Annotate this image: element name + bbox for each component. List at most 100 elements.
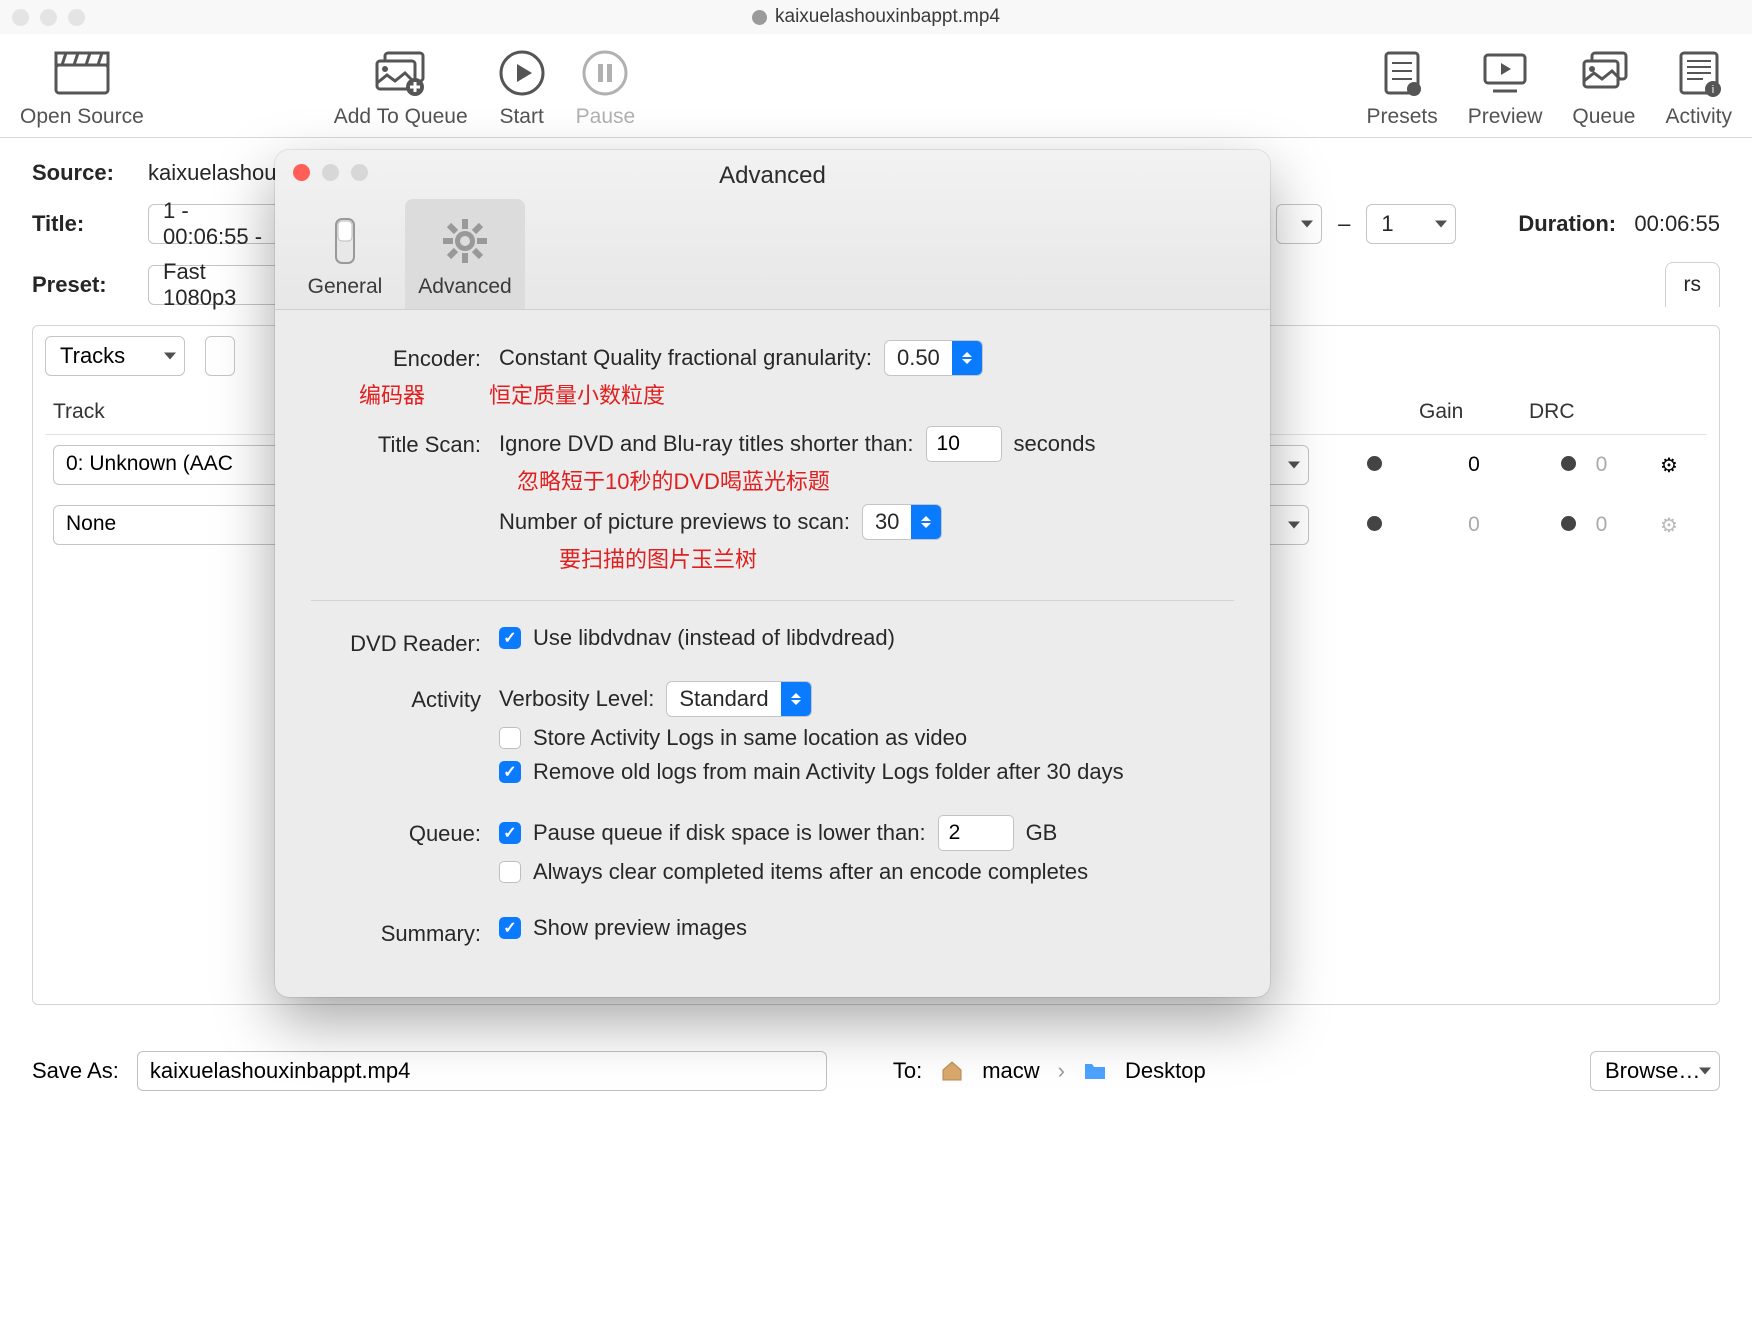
libdvdnav-label: Use libdvdnav (instead of libdvdread)	[533, 625, 895, 651]
start-label: Start	[499, 105, 543, 129]
chapter-end-value[interactable]: 1	[1366, 204, 1456, 244]
app-window: www.MacDown.com kaixuelashouxinbappt.mp4…	[0, 0, 1752, 1344]
activity-button[interactable]: i Activity	[1665, 47, 1732, 129]
col-gain: Gain	[1419, 400, 1529, 424]
sheet-tabs: General Advanced	[285, 199, 525, 309]
summary-section-label: Summary:	[311, 915, 481, 947]
tab-advanced-label: Advanced	[418, 275, 511, 299]
previews-select[interactable]: 30	[862, 504, 942, 540]
to-label: To:	[893, 1058, 922, 1084]
queue-button[interactable]: Queue	[1572, 47, 1635, 129]
window-title: kaixuelashouxinbappt.mp4	[0, 6, 1752, 28]
add-to-queue-button[interactable]: Add To Queue	[334, 47, 468, 129]
folder-icon	[1083, 1061, 1107, 1081]
svg-text:i: i	[1712, 84, 1714, 96]
play-icon	[498, 47, 546, 99]
store-logs-checkbox[interactable]	[499, 727, 521, 749]
reload-button[interactable]	[205, 336, 235, 376]
add-to-queue-label: Add To Queue	[334, 105, 468, 129]
source-label: Source:	[32, 160, 132, 186]
duration-value: 00:06:55	[1634, 211, 1720, 237]
remove-logs-checkbox[interactable]	[499, 761, 521, 783]
gain-value: 0	[1419, 453, 1529, 477]
start-button[interactable]: Start	[498, 47, 546, 129]
dvd-reader-label: DVD Reader:	[311, 625, 481, 657]
radio-icon[interactable]	[1561, 456, 1576, 471]
dash: –	[1338, 211, 1350, 237]
gear-icon	[439, 215, 491, 267]
gear-icon: ⚙	[1639, 513, 1699, 538]
show-preview-checkbox[interactable]	[499, 917, 521, 939]
activity-label: Activity	[1665, 105, 1732, 129]
queue-section-label: Queue:	[311, 815, 481, 847]
divider	[311, 600, 1234, 601]
home-icon	[940, 1059, 964, 1083]
sheet-body: Encoder: Constant Quality fractional gra…	[275, 310, 1270, 997]
radio-icon[interactable]	[1367, 516, 1382, 531]
presets-icon	[1380, 47, 1424, 99]
open-source-button[interactable]: Open Source	[20, 47, 144, 129]
preview-label: Preview	[1468, 105, 1543, 129]
save-as-input[interactable]	[137, 1051, 827, 1091]
ignore-titles-label: Ignore DVD and Blu-ray titles shorter th…	[499, 431, 914, 457]
title-scan-label: Title Scan:	[311, 426, 481, 458]
ignore-titles-unit: seconds	[1014, 431, 1096, 457]
preset-label: Preset:	[32, 272, 132, 298]
title-label: Title:	[32, 211, 132, 237]
pause-queue-input[interactable]	[938, 815, 1014, 851]
ignore-titles-input[interactable]	[926, 426, 1002, 462]
switch-icon	[319, 215, 371, 267]
libdvdnav-checkbox[interactable]	[499, 627, 521, 649]
pause-queue-checkbox[interactable]	[499, 822, 521, 844]
clear-completed-checkbox[interactable]	[499, 861, 521, 883]
radio-icon[interactable]	[1367, 456, 1382, 471]
queue-label: Queue	[1572, 105, 1635, 129]
titlebar: kaixuelashouxinbappt.mp4	[0, 0, 1752, 34]
annotation-ignore: 忽略短于10秒的DVD喝蓝光标题	[517, 464, 830, 496]
open-source-label: Open Source	[20, 105, 144, 129]
save-as-row: Save As: To: macw › Desktop Browse…	[32, 1051, 1720, 1091]
to-user[interactable]: macw	[982, 1058, 1039, 1084]
pause-queue-unit: GB	[1026, 820, 1058, 846]
chapter-end-select[interactable]	[1276, 204, 1322, 244]
chevron-right-icon: ›	[1058, 1058, 1065, 1084]
radio-icon[interactable]	[1561, 516, 1576, 531]
annotation-encoder: 编码器	[359, 378, 425, 410]
tab-general[interactable]: General	[285, 199, 405, 309]
show-preview-label: Show preview images	[533, 915, 747, 941]
tab-general-label: General	[308, 275, 383, 299]
sheet-header: Advanced General Advanced	[275, 150, 1270, 310]
verbosity-select[interactable]: Standard	[666, 681, 811, 717]
verbosity-label: Verbosity Level:	[499, 686, 654, 712]
presets-button[interactable]: Presets	[1367, 47, 1438, 129]
activity-icon: i	[1675, 47, 1723, 99]
activity-section-label: Activity	[311, 681, 481, 713]
remove-logs-label: Remove old logs from main Activity Logs …	[533, 759, 1124, 785]
pause-label: Pause	[576, 105, 636, 129]
gain-value: 0	[1419, 513, 1529, 537]
clapperboard-icon	[52, 47, 112, 99]
gear-icon[interactable]: ⚙	[1639, 453, 1699, 478]
pause-icon	[581, 47, 629, 99]
col-drc: DRC	[1529, 400, 1639, 424]
window-title-text: kaixuelashouxinbappt.mp4	[775, 6, 1000, 28]
tracks-dropdown[interactable]: Tracks	[45, 336, 185, 376]
modified-dot-icon	[752, 10, 767, 25]
queue-icon	[1576, 47, 1632, 99]
browse-button[interactable]: Browse…	[1590, 1051, 1720, 1091]
pause-button: Pause	[576, 47, 636, 129]
preview-button[interactable]: Preview	[1468, 47, 1543, 129]
to-folder[interactable]: Desktop	[1125, 1058, 1206, 1084]
source-value: kaixuelashoux	[148, 160, 287, 186]
presets-label: Presets	[1367, 105, 1438, 129]
store-logs-label: Store Activity Logs in same location as …	[533, 725, 967, 751]
main-toolbar: Open Source Add To Queue Start Pause	[0, 34, 1752, 138]
preferences-sheet: Advanced General Advanced Encoder	[275, 150, 1270, 997]
tab-rs[interactable]: rs	[1665, 262, 1721, 307]
sheet-title: Advanced	[275, 162, 1270, 190]
duration-label: Duration:	[1518, 211, 1618, 237]
save-as-label: Save As:	[32, 1058, 119, 1084]
add-to-queue-icon	[371, 47, 431, 99]
tab-advanced[interactable]: Advanced	[405, 199, 525, 309]
cq-granularity-select[interactable]: 0.50	[884, 340, 983, 376]
